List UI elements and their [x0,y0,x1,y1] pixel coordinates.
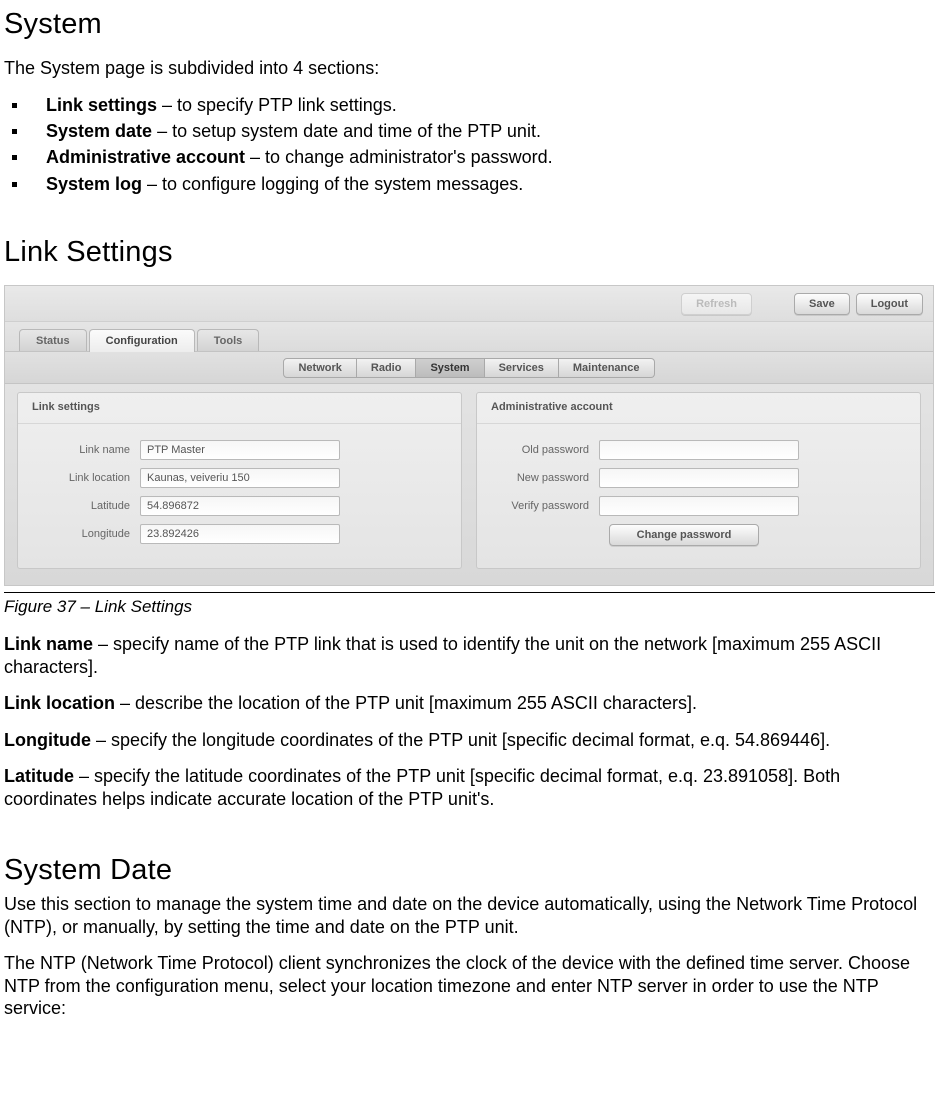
tab-tools[interactable]: Tools [197,329,260,351]
intro-text: The System page is subdivided into 4 sec… [4,57,935,80]
screenshot-link-settings: Refresh Save Logout Status Configuration… [4,285,934,586]
new-password-label: New password [495,472,599,484]
list-item: Link settings – to specify PTP link sett… [10,94,935,117]
subtab-system[interactable]: System [416,358,484,378]
heading-link-settings: Link Settings [4,236,935,269]
def-latitude: Latitude – specify the latitude coordina… [4,765,935,810]
system-date-p2: The NTP (Network Time Protocol) client s… [4,952,935,1020]
panel-admin-account: Administrative account Old password New … [476,392,921,569]
panel-title: Link settings [18,393,461,424]
def-link-location: Link location – describe the location of… [4,692,935,715]
panel-title: Administrative account [477,393,920,424]
verify-password-label: Verify password [495,500,599,512]
save-button[interactable]: Save [794,293,850,315]
subtab-radio[interactable]: Radio [357,358,417,378]
subtab-maintenance[interactable]: Maintenance [559,358,655,378]
tab-status[interactable]: Status [19,329,87,351]
old-password-label: Old password [495,444,599,456]
subtab-services[interactable]: Services [485,358,559,378]
def-link-name: Link name – specify name of the PTP link… [4,633,935,678]
subtab-network[interactable]: Network [283,358,356,378]
def-term: Link name [4,634,93,654]
figure-caption: Figure 37 – Link Settings [4,592,935,617]
main-tabs: Status Configuration Tools [5,322,933,352]
longitude-label: Longitude [36,528,140,540]
latitude-input[interactable] [140,496,340,516]
list-item-term: Link settings [46,95,157,115]
def-text: – specify the latitude coordinates of th… [4,766,840,809]
logout-button[interactable]: Logout [856,293,923,315]
top-toolbar: Refresh Save Logout [5,286,933,322]
link-name-label: Link name [36,444,140,456]
def-term: Latitude [4,766,74,786]
list-item: Administrative account – to change admin… [10,146,935,169]
list-item-desc: – to setup system date and time of the P… [152,121,541,141]
list-item-desc: – to configure logging of the system mes… [142,174,523,194]
panel-link-settings: Link settings Link name Link location La… [17,392,462,569]
link-location-input[interactable] [140,468,340,488]
list-item-desc: – to specify PTP link settings. [157,95,397,115]
heading-system-date: System Date [4,854,935,887]
change-password-button[interactable]: Change password [609,524,759,546]
list-item: System date – to setup system date and t… [10,120,935,143]
tab-configuration[interactable]: Configuration [89,329,195,352]
def-text: – specify name of the PTP link that is u… [4,634,881,677]
old-password-input[interactable] [599,440,799,460]
list-item: System log – to configure logging of the… [10,173,935,196]
link-name-input[interactable] [140,440,340,460]
list-item-desc: – to change administrator's password. [245,147,553,167]
list-item-term: Administrative account [46,147,245,167]
def-text: – specify the longitude coordinates of t… [91,730,830,750]
latitude-label: Latitude [36,500,140,512]
longitude-input[interactable] [140,524,340,544]
section-list: Link settings – to specify PTP link sett… [4,94,935,197]
new-password-input[interactable] [599,468,799,488]
link-location-label: Link location [36,472,140,484]
refresh-button[interactable]: Refresh [681,293,752,315]
def-term: Longitude [4,730,91,750]
def-term: Link location [4,693,115,713]
heading-system: System [4,8,935,41]
list-item-term: System log [46,174,142,194]
list-item-term: System date [46,121,152,141]
system-date-p1: Use this section to manage the system ti… [4,893,935,938]
def-text: – describe the location of the PTP unit … [115,693,697,713]
def-longitude: Longitude – specify the longitude coordi… [4,729,935,752]
sub-tabs: Network Radio System Services Maintenanc… [5,352,933,384]
verify-password-input[interactable] [599,496,799,516]
